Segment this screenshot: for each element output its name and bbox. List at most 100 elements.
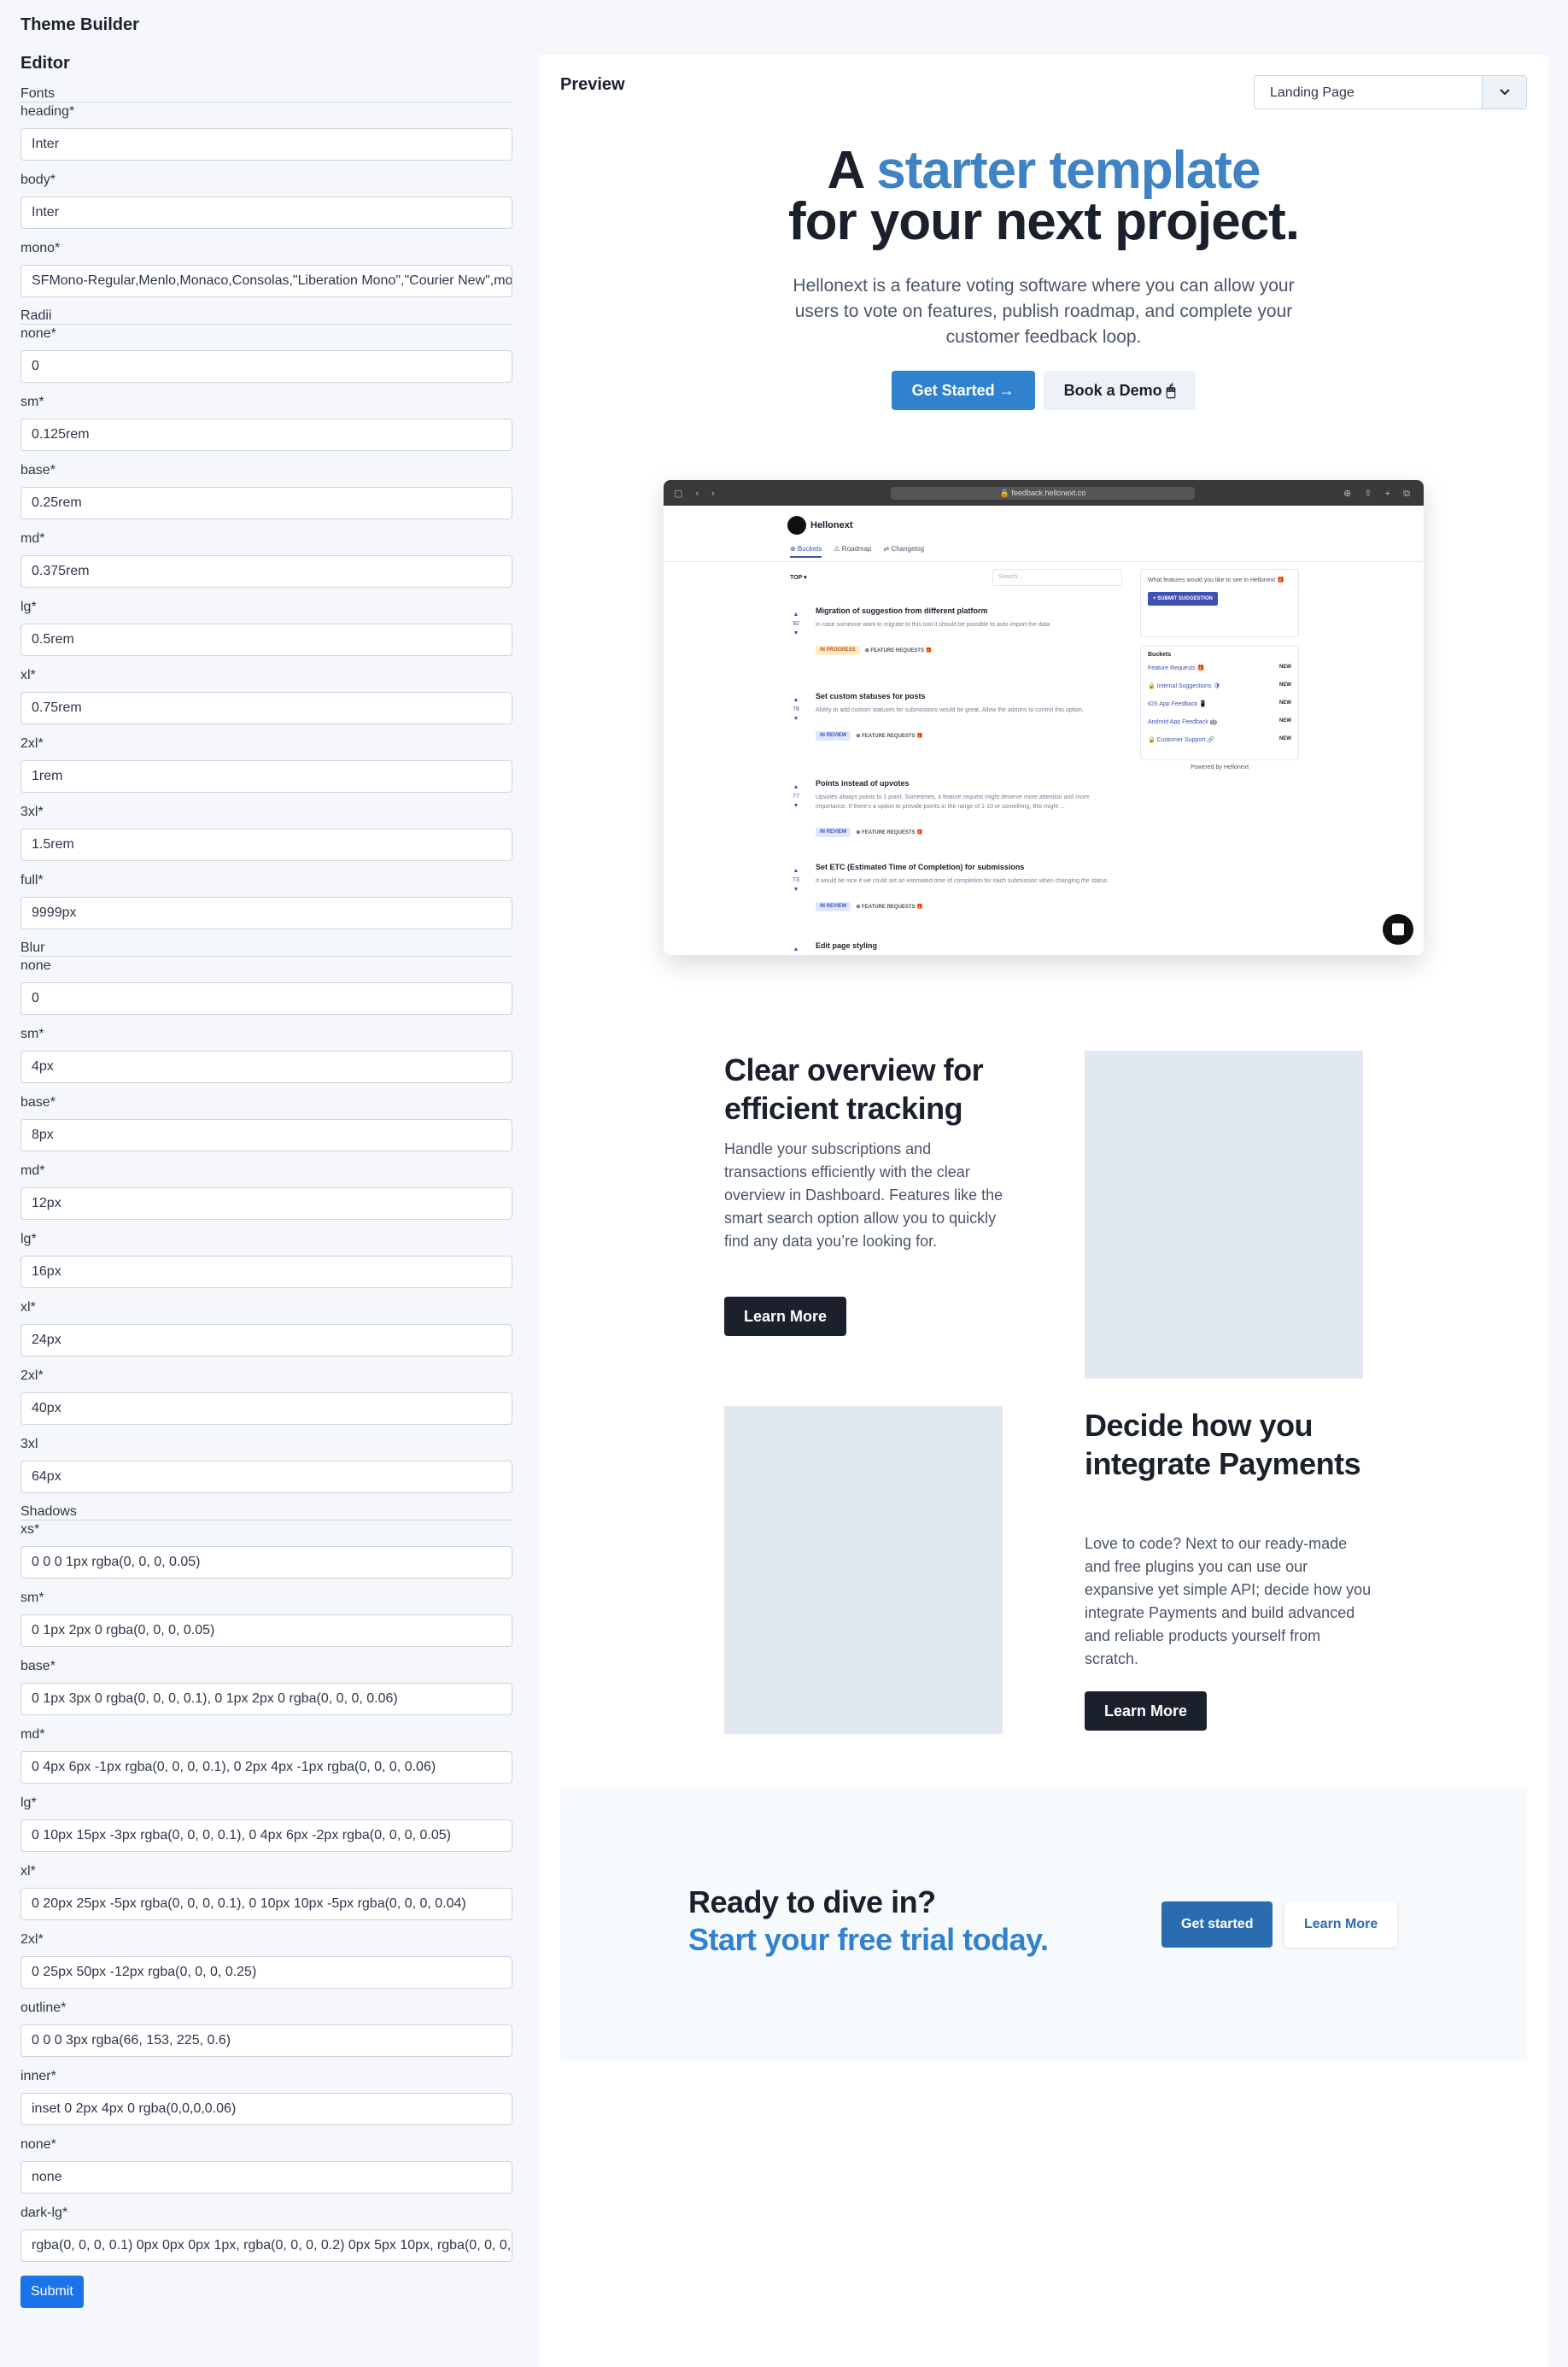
- feature2-learn-more-button[interactable]: Learn More: [1085, 1691, 1208, 1731]
- field-label: md*: [20, 531, 45, 546]
- bucket-row: iOS App Feedback 📱 NEW: [1148, 700, 1291, 718]
- feature1-title: Clear overview for efficient tracking: [724, 1052, 984, 1126]
- hero-title-pre: A: [827, 141, 877, 200]
- field-label: lg*: [20, 1232, 37, 1246]
- post-title: Set ETC (Estimated Time of Completion) f…: [816, 863, 1025, 871]
- feature1-learn-more-button[interactable]: Learn More: [724, 1297, 847, 1336]
- field-label: md*: [20, 1163, 45, 1178]
- buckets-card: Buckets Feature Requests 🎁 NEW 🔒 Internal …: [1140, 646, 1299, 760]
- post-description: Ability to add custom statuses for submi…: [816, 707, 1084, 713]
- cta-get-started-button[interactable]: Get started: [1161, 1901, 1273, 1948]
- vote-count: ▲ 77 ▼: [793, 784, 799, 809]
- submit-button[interactable]: Submit: [20, 2276, 84, 2308]
- blur-none-input[interactable]: 0: [20, 982, 512, 1015]
- radii-base-input[interactable]: 0.25rem: [20, 487, 512, 519]
- field-label: 3xl*: [20, 805, 44, 819]
- field-label: 2xl*: [20, 736, 44, 751]
- field-label: base*: [20, 1095, 56, 1110]
- new-badge: NEW: [1279, 683, 1291, 688]
- shadows-xl-input[interactable]: 0 20px 25px -5px rgba(0, 0, 0, 0.1), 0 1…: [20, 1888, 512, 1920]
- radii-lg-input[interactable]: 0.5rem: [20, 624, 512, 656]
- chevron-down-icon[interactable]: [1482, 76, 1526, 108]
- fonts-body-input[interactable]: Inter: [20, 196, 512, 229]
- new-badge: NEW: [1279, 665, 1291, 670]
- shadows-dark-lg-input[interactable]: rgba(0, 0, 0, 0.1) 0px 0px 0px 1px, rgba…: [20, 2229, 512, 2262]
- hero-subtitle-text: Hellonext is a feature voting software w…: [793, 276, 1295, 347]
- cta-learn-more-button[interactable]: Learn More: [1284, 1901, 1398, 1948]
- field-label: 3xl: [20, 1437, 38, 1451]
- shadows-2xl-input[interactable]: 0 25px 50px -12px rgba(0, 0, 0, 0.25): [20, 1956, 512, 1989]
- page-select-value: Landing Page: [1270, 85, 1354, 100]
- submit-suggestion-button: + SUBMIT SUGGESTION: [1148, 592, 1218, 606]
- vote-count: ▲: [793, 946, 799, 952]
- feature1-image-placeholder: [1085, 1051, 1363, 1379]
- blur-md-input[interactable]: 12px: [20, 1187, 512, 1220]
- field-label: base*: [20, 1659, 56, 1673]
- field-label: none: [20, 958, 51, 973]
- radii-xl-input[interactable]: 0.75rem: [20, 692, 512, 724]
- feature2-title: Decide how you integrate Payments: [1085, 1408, 1361, 1481]
- bucket-row: Feature Requests 🎁 NEW: [1148, 665, 1291, 683]
- radii-md-input[interactable]: 0.375rem: [20, 555, 512, 588]
- feature2-image-placeholder: [724, 1406, 1003, 1734]
- radii-3xl-input[interactable]: 1.5rem: [20, 829, 512, 861]
- hx-nav-changelog: ⇄ Changelog: [883, 545, 925, 553]
- blur-base-input[interactable]: 8px: [20, 1119, 512, 1151]
- hellonext-logo: [787, 516, 806, 535]
- post-tags: IN PROGRESS ⊕ FEATURE REQUESTS 🎁: [816, 646, 932, 655]
- shadows-xs-input[interactable]: 0 0 0 1px rgba(0, 0, 0, 0.05): [20, 1546, 512, 1579]
- fonts-heading-input[interactable]: Inter: [20, 128, 512, 161]
- field-label: full*: [20, 873, 44, 888]
- bucket-name: Feature Requests 🎁: [1148, 665, 1205, 671]
- shadows-none-input[interactable]: none: [20, 2161, 512, 2194]
- radii-2xl-input[interactable]: 1rem: [20, 760, 512, 793]
- blur-lg-input[interactable]: 16px: [20, 1256, 512, 1288]
- bucket-row: 🔒 Internal Suggestions 🛡 NEW: [1148, 683, 1291, 700]
- blur-sm-input[interactable]: 4px: [20, 1051, 512, 1083]
- shadows-outline-input[interactable]: 0 0 0 3px rgba(66, 153, 225, 0.6): [20, 2024, 512, 2057]
- browser-url: 🔒 feedback.hellonext.co: [891, 487, 1195, 500]
- shadows-lg-input[interactable]: 0 10px 15px -3px rgba(0, 0, 0, 0.1), 0 4…: [20, 1819, 512, 1852]
- post-title: Points instead of upvotes: [816, 779, 910, 788]
- hellonext-brand: Hellonext: [810, 520, 853, 530]
- bucket-badge: ⊕ FEATURE REQUESTS 🎁: [856, 830, 923, 835]
- radii-sm-input[interactable]: 0.125rem: [20, 419, 512, 451]
- page-select[interactable]: Landing Page: [1254, 75, 1527, 109]
- status-badge: IN REVIEW: [816, 828, 851, 837]
- hero-buttons: Get Started → Book a Demo 🖱: [540, 371, 1548, 410]
- field-label: xs*: [20, 1522, 40, 1537]
- bucket-name: 🔒 Customer Support 🔗: [1148, 737, 1215, 743]
- bucket-name: iOS App Feedback 📱: [1148, 701, 1208, 707]
- status-badge: IN PROGRESS: [816, 646, 860, 655]
- vote-count: ▲ 78 ▼: [793, 697, 799, 722]
- cta-section: Ready to dive in? Start your free trial …: [560, 1787, 1527, 2060]
- vote-count: ▲ 73 ▼: [793, 868, 799, 893]
- shadows-base-input[interactable]: 0 1px 3px 0 rgba(0, 0, 0, 0.1), 0 1px 2p…: [20, 1683, 512, 1715]
- blur-3xl-input[interactable]: 64px: [20, 1461, 512, 1493]
- cta-subheading: Start your free trial today.: [688, 1922, 1049, 1957]
- hero-title: A starter template for your next project…: [540, 144, 1548, 249]
- hero-subtitle: Hellonext is a feature voting software w…: [540, 273, 1548, 350]
- book-demo-button[interactable]: Book a Demo 🖱: [1043, 371, 1196, 410]
- divider: [664, 561, 1424, 562]
- field-label: base*: [20, 463, 56, 478]
- group-label-radii: Radii: [20, 308, 512, 325]
- radii-full-input[interactable]: 9999px: [20, 897, 512, 929]
- suggestion-prompt: What features would you like to see in H…: [1148, 577, 1284, 583]
- preview-title: Preview: [560, 75, 625, 94]
- new-badge: NEW: [1279, 700, 1291, 706]
- radii-none-input[interactable]: 0: [20, 350, 512, 383]
- powered-by: Powered by Hellonext: [1190, 765, 1249, 770]
- chat-icon: [1383, 914, 1413, 945]
- field-label: mono*: [20, 241, 61, 255]
- field-label: none*: [20, 2137, 56, 2152]
- fonts-mono-input[interactable]: SFMono-Regular,Menlo,Monaco,Consolas,"Li…: [20, 265, 512, 297]
- shadows-inner-input[interactable]: inset 0 2px 4px 0 rgba(0,0,0,0.06): [20, 2093, 512, 2125]
- shadows-sm-input[interactable]: 0 1px 2px 0 rgba(0, 0, 0, 0.05): [20, 1614, 512, 1647]
- blur-xl-input[interactable]: 24px: [20, 1324, 512, 1356]
- field-label: none*: [20, 326, 56, 341]
- blur-2xl-input[interactable]: 40px: [20, 1392, 512, 1425]
- get-started-button[interactable]: Get Started →: [891, 371, 1035, 410]
- editor-title: Editor: [20, 54, 70, 73]
- shadows-md-input[interactable]: 0 4px 6px -1px rgba(0, 0, 0, 0.1), 0 2px…: [20, 1751, 512, 1784]
